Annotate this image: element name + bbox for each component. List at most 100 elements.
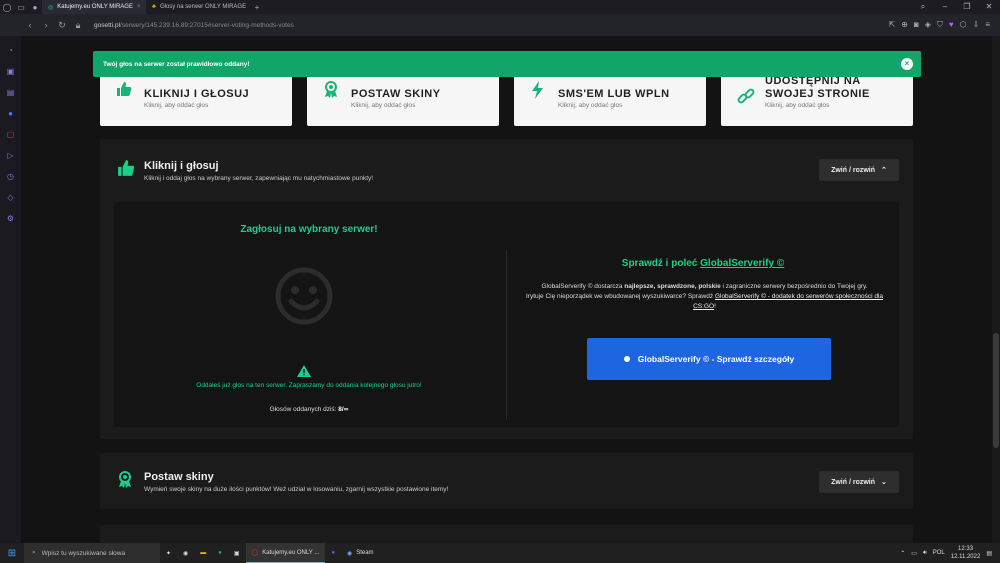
warning-icon bbox=[297, 365, 311, 377]
bookmark-heart-icon[interactable]: ♥ bbox=[949, 20, 954, 30]
taskbar-app-label: Katujemy.eu ONLY ... bbox=[262, 549, 320, 556]
gs-button-label: GlobalServerify © - Sprawdź szczegóły bbox=[637, 354, 795, 364]
back-icon[interactable]: ‹ bbox=[22, 20, 38, 30]
address-bar: ‹ › ↻ 🔒︎ gosetti.pl/serwery/145.239.16.8… bbox=[0, 14, 1000, 36]
language-indicator[interactable]: POL bbox=[933, 550, 945, 556]
browser-tab-strip: ◯ ▭ ● ◎ Katujemy.eu ONLY MIRAGE × ♣ Głos… bbox=[0, 0, 1000, 14]
twitch-icon[interactable]: ▤ bbox=[5, 86, 17, 98]
card-title: KLIKNIJ I GŁOSUJ bbox=[144, 88, 250, 100]
instagram-icon[interactable]: ▢ bbox=[5, 128, 17, 140]
zoom-icon[interactable]: ⊕ bbox=[901, 20, 908, 30]
forward-icon[interactable]: › bbox=[38, 20, 54, 30]
next-panel bbox=[100, 525, 913, 543]
award-icon bbox=[117, 471, 135, 489]
cube-icon[interactable]: ◇ bbox=[5, 191, 17, 203]
gs-text-3: Irytuje Cię nieporządek we wbudowanej wy… bbox=[525, 293, 714, 300]
gs-text-1: GlobalServerify © dostarcza bbox=[541, 283, 623, 290]
opera-icon: ◯ bbox=[251, 550, 259, 556]
close-tab-icon[interactable]: × bbox=[137, 4, 141, 10]
search-mascot-icon[interactable]: ✦ bbox=[160, 543, 177, 563]
download-icon[interactable]: ⇩ bbox=[973, 20, 980, 30]
card-share[interactable]: UDOSTĘPNIJ NA SWOJEJ STRONIE Kliknij, ab… bbox=[721, 75, 913, 126]
globalserverify-description: GlobalServerify © dostarcza najlepsze, s… bbox=[517, 282, 892, 312]
steam-icon: ◉ bbox=[346, 550, 353, 557]
scrollbar-thumb[interactable] bbox=[993, 333, 999, 448]
taskbar-app-katujemy[interactable]: ◯ Katujemy.eu ONLY ... bbox=[245, 543, 326, 563]
close-window-icon[interactable]: ✕ bbox=[978, 2, 1000, 12]
extensions-icon[interactable]: ⬡ bbox=[960, 20, 967, 30]
globalserverify-dot-icon bbox=[623, 356, 630, 362]
card-click-vote[interactable]: KLIKNIJ I GŁOSUJ Kliknij, aby oddać głos bbox=[100, 76, 292, 126]
camera-icon[interactable]: ◙ bbox=[914, 20, 919, 30]
vote-count-label: Głosów oddanych dziś: bbox=[269, 406, 337, 413]
search-tabs-icon[interactable]: ⌕ bbox=[912, 2, 934, 12]
card-sms[interactable]: SMS'EM LUB WPLN Kliknij, aby oddać głos bbox=[514, 76, 706, 126]
minimize-icon[interactable]: – bbox=[934, 2, 956, 12]
chevron-up-icon[interactable]: ⌃ bbox=[900, 550, 905, 557]
new-tab-button[interactable]: + bbox=[250, 0, 264, 14]
card-title: POSTAW SKINY bbox=[351, 88, 441, 100]
url-field[interactable]: gosetti.pl/serwery/145.239.16.89:27015#s… bbox=[94, 22, 294, 29]
globalserverify-link[interactable]: GlobalServerify © bbox=[700, 258, 784, 269]
gs-text-bold: najlepsze, sprawdzone, polskie bbox=[624, 283, 721, 290]
close-toast-button[interactable]: × bbox=[901, 58, 913, 70]
card-subtitle: Kliknij, aby oddać głos bbox=[765, 102, 830, 109]
reload-icon[interactable]: ↻ bbox=[54, 20, 70, 31]
search-placeholder: Wpisz tu wyszukiwane słowa bbox=[41, 549, 126, 557]
notifications-icon[interactable]: ▤ bbox=[986, 550, 992, 557]
maximize-icon[interactable]: ❐ bbox=[956, 2, 978, 12]
tab-glosy[interactable]: ♣ Głosy na serwer ONLY MIRAGE × bbox=[146, 0, 250, 14]
vote-panel: Kliknij i głosuj Kliknij i oddaj głos na… bbox=[100, 139, 913, 439]
globalserverify-heading: Sprawdź i poleć GlobalServerify © bbox=[507, 258, 899, 269]
discord-icon[interactable]: ● bbox=[325, 543, 341, 563]
spotify-icon[interactable]: ● bbox=[212, 543, 228, 563]
volume-icon[interactable]: 🔊︎ bbox=[923, 550, 927, 557]
panel-subtitle: Kliknij i oddaj głos na wybrany serwer, … bbox=[144, 175, 374, 182]
collapse-toggle-button[interactable]: Zwiń / rozwiń ⌄ bbox=[819, 471, 899, 493]
lock-icon[interactable]: 🔒︎ bbox=[70, 20, 86, 31]
app-icon[interactable]: ▣ bbox=[228, 543, 246, 563]
vpn-icon[interactable]: ◈ bbox=[925, 20, 931, 30]
world-icon[interactable]: ● bbox=[28, 0, 42, 14]
tab-label: Głosy na serwer ONLY MIRAGE bbox=[159, 4, 247, 10]
adblock-icon[interactable]: ⛉ bbox=[937, 20, 943, 30]
network-icon[interactable]: ▭ bbox=[911, 550, 917, 557]
toggle-label: Zwiń / rozwiń bbox=[831, 166, 876, 174]
taskbar-search[interactable]: ⌕ Wpisz tu wyszukiwane słowa bbox=[24, 543, 160, 563]
award-icon bbox=[323, 81, 339, 98]
bolt-icon bbox=[530, 81, 546, 99]
opera-logo-icon[interactable]: ◯ bbox=[0, 0, 14, 14]
globalserverify-details-button[interactable]: GlobalServerify © - Sprawdź szczegóły bbox=[587, 338, 831, 380]
gs-text-end: ! bbox=[714, 303, 716, 310]
shopping-icon[interactable]: ▣ bbox=[5, 65, 17, 77]
tab-katujemy[interactable]: ◎ Katujemy.eu ONLY MIRAGE × bbox=[42, 0, 146, 14]
window-controls: ⌕ – ❐ ✕ bbox=[912, 2, 1000, 12]
gs-addon-link[interactable]: GlobalServerify © - dodatek do serwerów … bbox=[693, 293, 883, 310]
collapse-toggle-button[interactable]: Zwiń / rozwiń ⌃ bbox=[819, 159, 899, 181]
voting-method-cards: KLIKNIJ I GŁOSUJ Kliknij, aby oddać głos… bbox=[100, 75, 914, 126]
share-icon[interactable]: ⇱ bbox=[888, 20, 895, 30]
card-skins[interactable]: POSTAW SKINY Kliknij, aby oddać głos bbox=[307, 76, 499, 126]
chevron-up-icon: ⌃ bbox=[881, 167, 887, 174]
success-toast: Twój głos na serwer został prawidłowo od… bbox=[93, 51, 921, 77]
messenger-icon[interactable]: ● bbox=[5, 107, 17, 119]
menu-icon[interactable]: ≡ bbox=[985, 20, 990, 30]
windows-start-icon[interactable]: ⊞ bbox=[0, 548, 24, 559]
clock-date: 12.11.2022 bbox=[950, 554, 981, 560]
gs-text-2: i zagraniczne serwery bezpośrednio do Tw… bbox=[722, 283, 868, 290]
taskbar-app-steam[interactable]: ◉ Steam bbox=[341, 543, 380, 563]
workspace-icon[interactable]: ▭ bbox=[14, 0, 28, 14]
speed-dial-icon[interactable]: ◔ bbox=[5, 44, 17, 56]
player-icon[interactable]: ▷ bbox=[5, 149, 17, 161]
file-explorer-icon[interactable]: ▬ bbox=[194, 543, 212, 563]
vote-heading: Zagłosuj na wybrany serwer! bbox=[240, 224, 378, 235]
panel-subtitle: Wymień swoje skiny na duże ilości punktó… bbox=[144, 486, 449, 493]
card-title: SMS'EM LUB WPLN bbox=[558, 88, 670, 100]
site-favicon-icon: ♣ bbox=[152, 4, 156, 10]
vote-count: Głosów oddanych dziś: 8/∞ bbox=[114, 406, 504, 413]
history-icon[interactable]: ◷ bbox=[5, 170, 17, 182]
settings-icon[interactable]: ⚙ bbox=[5, 212, 17, 224]
steam-taskbar-icon[interactable]: ◉ bbox=[177, 543, 194, 563]
clock[interactable]: 12:33 12.11.2022 bbox=[951, 545, 981, 561]
page-scrollbar[interactable] bbox=[992, 36, 1000, 543]
